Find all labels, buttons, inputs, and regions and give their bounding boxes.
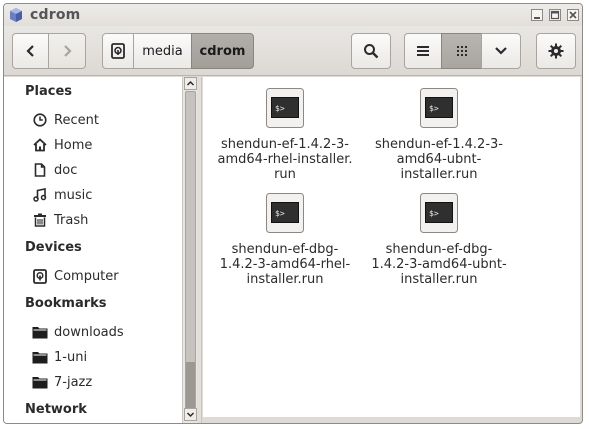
app-cube-icon (10, 8, 22, 22)
file-name: shendun-ef-1.4.2-3- amd64-ubnt- installe… (375, 137, 503, 182)
sidebar-item-label: 1-uni (54, 349, 88, 365)
document-icon (32, 162, 48, 178)
trash-icon (32, 212, 48, 228)
sidebar-item-7-jazz[interactable]: 7-jazz (32, 371, 92, 393)
gear-icon (548, 43, 564, 59)
sidebar-item-home[interactable]: Home (32, 134, 92, 156)
sidebar-item-label: downloads (54, 324, 124, 340)
maximize-icon[interactable] (549, 9, 561, 21)
breadcrumb-drive-button[interactable] (102, 33, 134, 69)
toolbar: media cdrom (4, 26, 582, 76)
breadcrumb-media[interactable]: media (133, 33, 192, 69)
sidebar-item-label: music (54, 187, 93, 203)
grid-view-icon (456, 46, 467, 56)
home-icon (32, 137, 48, 153)
sidebar-scrollbar[interactable] (182, 77, 197, 423)
list-view-button[interactable] (404, 33, 442, 69)
sidebar-item-label: 7-jazz (54, 374, 93, 390)
pane-divider[interactable] (197, 77, 202, 423)
section-devices: Devices (25, 240, 82, 255)
file-item[interactable]: $> shendun-ef-1.4.2-3- amd64-ubnt- insta… (364, 87, 514, 182)
search-button[interactable] (351, 33, 391, 69)
file-manager-window: cdrom media cdrom Places Recent Home doc… (3, 3, 583, 424)
sidebar-item-music[interactable]: music (32, 184, 92, 206)
breadcrumb-cdrom-label: cdrom (199, 43, 246, 59)
sidebar-item-trash[interactable]: Trash (32, 209, 88, 231)
breadcrumb-cdrom[interactable]: cdrom (191, 33, 254, 69)
title-bar: cdrom (4, 4, 582, 26)
svg-text:$>: $> (429, 104, 439, 113)
svg-text:$>: $> (275, 104, 285, 113)
svg-text:$>: $> (275, 209, 285, 218)
section-network: Network (25, 402, 87, 417)
sidebar: Places Recent Home doc music Trash Devic… (4, 77, 182, 423)
sidebar-item-computer[interactable]: Computer (32, 265, 119, 287)
sidebar-item-1-uni[interactable]: 1-uni (32, 346, 87, 368)
settings-button[interactable] (536, 33, 576, 69)
sidebar-item-label: Home (54, 137, 93, 153)
list-view-icon (417, 46, 429, 56)
sidebar-item-label: Trash (54, 212, 89, 228)
back-button[interactable] (12, 33, 49, 69)
clock-icon (32, 112, 48, 128)
svg-text:$>: $> (429, 209, 439, 218)
file-view: $> shendun-ef-1.4.2-3- amd64-rhel-instal… (203, 77, 580, 417)
scroll-down-icon[interactable] (184, 408, 197, 421)
chevron-left-icon (25, 45, 34, 57)
file-item[interactable]: $> shendun-ef-dbg- 1.4.2-3-amd64-rhel- i… (210, 192, 360, 287)
grid-view-button[interactable] (441, 33, 482, 69)
scroll-up-icon[interactable] (184, 77, 197, 90)
folder-icon (32, 324, 48, 340)
sidebar-item-label: doc (54, 162, 78, 178)
section-places: Places (25, 84, 73, 99)
breadcrumb-media-label: media (142, 43, 183, 59)
forward-button[interactable] (48, 33, 86, 69)
sidebar-item-label: Recent (54, 112, 99, 128)
sidebar-item-label: Computer (54, 268, 119, 284)
close-icon[interactable] (567, 9, 579, 21)
section-bookmarks: Bookmarks (25, 296, 107, 311)
file-name: shendun-ef-dbg- 1.4.2-3-amd64-ubnt- inst… (371, 242, 507, 287)
file-name: shendun-ef-dbg- 1.4.2-3-amd64-rhel- inst… (219, 242, 351, 287)
file-item[interactable]: $> shendun-ef-dbg- 1.4.2-3-amd64-ubnt- i… (364, 192, 514, 287)
view-options-button[interactable] (481, 33, 521, 69)
window-title: cdrom (30, 7, 81, 23)
terminal-executable-icon: $> (266, 88, 304, 128)
sidebar-item-recent[interactable]: Recent (32, 109, 99, 131)
file-name: shendun-ef-1.4.2-3- amd64-rhel-installer… (217, 137, 353, 182)
scrollbar-thumb[interactable] (185, 91, 196, 411)
drive-icon (111, 43, 125, 59)
sidebar-item-doc[interactable]: doc (32, 159, 77, 181)
chevron-right-icon (64, 45, 72, 57)
music-icon (32, 187, 48, 203)
file-item[interactable]: $> shendun-ef-1.4.2-3- amd64-rhel-instal… (210, 87, 360, 182)
folder-icon (32, 374, 48, 390)
terminal-executable-icon: $> (266, 193, 304, 233)
sidebar-item-downloads[interactable]: downloads (32, 321, 124, 343)
terminal-executable-icon: $> (420, 193, 458, 233)
folder-icon (32, 349, 48, 365)
terminal-executable-icon: $> (420, 88, 458, 128)
computer-icon (32, 268, 48, 284)
minimize-icon[interactable] (531, 9, 543, 21)
chevron-down-icon (495, 47, 507, 55)
search-icon (364, 44, 379, 59)
